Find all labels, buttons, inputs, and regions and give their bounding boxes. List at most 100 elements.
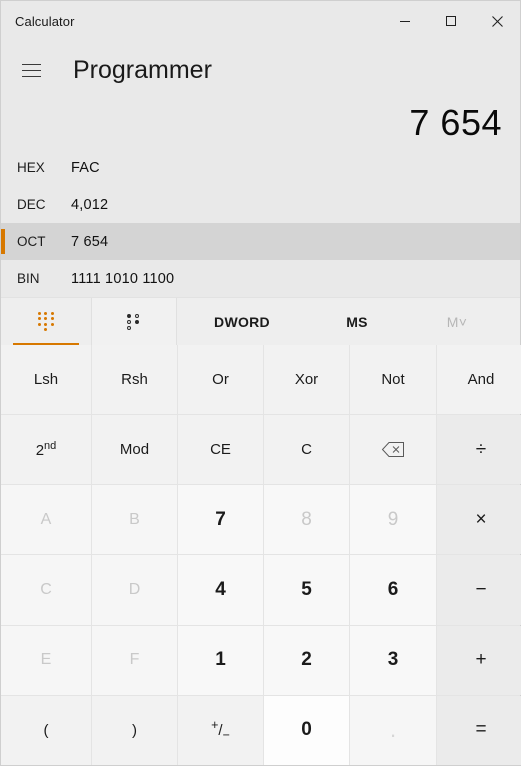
key-digit-7[interactable]: 7 <box>178 485 263 555</box>
maximize-button[interactable] <box>428 1 474 41</box>
key-label: 0 <box>301 719 312 741</box>
hamburger-line <box>21 69 41 71</box>
key-clear-entry[interactable]: CE <box>178 415 263 485</box>
keypad-icon <box>37 311 55 332</box>
key-equals[interactable]: = <box>437 695 521 765</box>
key-negate[interactable]: +/− <box>178 695 263 765</box>
memory-dropdown-button[interactable]: M˅ <box>407 298 507 345</box>
memory-store-label: MS <box>346 313 368 330</box>
maximize-icon <box>446 16 456 26</box>
key-label: Xor <box>294 371 319 389</box>
key-hex-e: E <box>1 625 91 695</box>
display-area: 7 654 <box>1 99 520 145</box>
key-multiply[interactable]: × <box>437 485 521 555</box>
key-left-shift[interactable]: Lsh <box>1 345 91 415</box>
key-label: − <box>475 579 487 601</box>
hamburger-menu-icon[interactable] <box>7 48 55 92</box>
key-label: 5 <box>301 579 312 601</box>
key-subtract[interactable]: − <box>437 555 521 625</box>
key-label: A <box>40 510 52 528</box>
key-label: Or <box>212 371 229 389</box>
key-label: D <box>128 581 141 599</box>
key-label: And <box>467 371 495 389</box>
key-xor[interactable]: Xor <box>264 345 349 415</box>
key-label: 8 <box>301 508 312 530</box>
key-digit-3[interactable]: 3 <box>350 625 436 695</box>
display-value: 7 654 <box>409 102 502 143</box>
radix-row-bin[interactable]: BIN 1111 1010 1100 <box>1 260 520 297</box>
key-digit-0[interactable]: 0 <box>264 695 349 765</box>
minimize-button[interactable] <box>382 1 428 41</box>
bit-toggle-icon <box>127 313 141 330</box>
key-add[interactable]: + <box>437 625 521 695</box>
key-label: ÷ <box>475 438 487 460</box>
key-digit-5[interactable]: 5 <box>264 555 349 625</box>
key-right-shift[interactable]: Rsh <box>92 345 177 415</box>
key-and[interactable]: And <box>437 345 521 415</box>
key-hex-f: F <box>92 625 177 695</box>
key-label: Mod <box>119 441 150 459</box>
key-label: CE <box>210 441 231 459</box>
key-label: 4 <box>215 579 226 601</box>
page-title: Programmer <box>73 55 212 84</box>
key-digit-6[interactable]: 6 <box>350 555 436 625</box>
key-modulo[interactable]: Mod <box>92 415 177 485</box>
key-digit-2[interactable]: 2 <box>264 625 349 695</box>
memory-store-button[interactable]: MS <box>307 298 407 345</box>
radix-label: BIN <box>17 271 40 286</box>
active-tab-indicator <box>13 343 79 345</box>
key-or[interactable]: Or <box>178 345 263 415</box>
key-hex-d: D <box>92 555 177 625</box>
tab-bit-toggle[interactable] <box>91 298 177 345</box>
close-button[interactable] <box>474 1 520 41</box>
key-label: C <box>301 441 312 459</box>
radix-row-oct[interactable]: OCT 7 654 <box>1 223 520 260</box>
key-label: ( <box>43 721 49 739</box>
key-hex-b: B <box>92 485 177 555</box>
key-clear[interactable]: C <box>264 415 349 485</box>
radix-value: FAC <box>71 159 100 176</box>
word-size-button[interactable]: DWORD <box>177 298 307 345</box>
key-hex-a: A <box>1 485 91 555</box>
key-label: Lsh <box>33 371 59 389</box>
key-label: = <box>475 719 487 741</box>
hamburger-line <box>21 63 41 65</box>
key-label: × <box>475 508 487 530</box>
key-open-paren[interactable]: ( <box>1 695 91 765</box>
key-close-paren[interactable]: ) <box>92 695 177 765</box>
key-label: 6 <box>387 579 399 601</box>
backspace-icon <box>381 442 404 458</box>
key-label: ) <box>132 721 137 739</box>
keypad-grid: Lsh Rsh Or Xor Not And 2nd Mod CE C ÷ A … <box>1 345 521 765</box>
radix-row-dec[interactable]: DEC 4,012 <box>1 186 520 223</box>
key-label: + <box>475 649 487 671</box>
radix-label: DEC <box>17 197 46 212</box>
calculator-window: Calculator Programmer 7 654 HEX FAC DEC … <box>0 0 521 766</box>
key-digit-1[interactable]: 1 <box>178 625 263 695</box>
key-label: 3 <box>387 649 399 671</box>
key-second[interactable]: 2nd <box>1 415 91 485</box>
key-label: B <box>129 510 140 528</box>
radix-value: 7 654 <box>71 233 109 250</box>
word-size-label: DWORD <box>214 313 270 330</box>
radix-row-hex[interactable]: HEX FAC <box>1 149 520 186</box>
key-digit-4[interactable]: 4 <box>178 555 263 625</box>
memory-dropdown-label: M˅ <box>446 313 468 330</box>
key-decimal-point: . <box>350 695 436 765</box>
key-not[interactable]: Not <box>350 345 436 415</box>
radix-label: OCT <box>17 234 46 249</box>
key-label: . <box>389 717 397 743</box>
window-title: Calculator <box>15 13 75 29</box>
radix-value: 1111 1010 1100 <box>71 270 175 287</box>
radix-label: HEX <box>17 160 45 175</box>
key-label: F <box>129 651 140 669</box>
key-divide[interactable]: ÷ <box>437 415 521 485</box>
close-icon <box>491 15 503 27</box>
key-digit-9: 9 <box>350 485 436 555</box>
radix-list: HEX FAC DEC 4,012 OCT 7 654 BIN 1111 101… <box>1 145 520 297</box>
tab-keypad[interactable] <box>1 298 91 345</box>
key-label: C <box>40 581 52 599</box>
app-header: Programmer <box>1 41 520 99</box>
key-label: Rsh <box>121 371 148 389</box>
key-backspace[interactable] <box>350 415 436 485</box>
